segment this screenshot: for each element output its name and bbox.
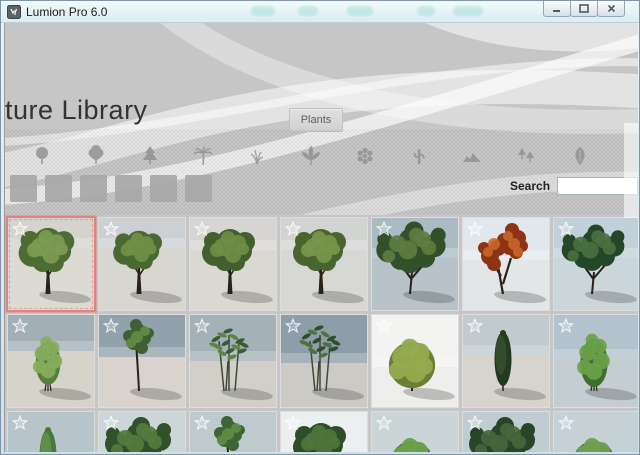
plant-thumbnail[interactable] bbox=[372, 412, 458, 452]
favorite-star-icon[interactable] bbox=[558, 415, 574, 431]
favorite-star-icon[interactable] bbox=[285, 318, 301, 334]
favorite-star-icon[interactable] bbox=[103, 415, 119, 431]
plant-thumbnail[interactable] bbox=[99, 412, 185, 452]
plant-thumbnail[interactable] bbox=[372, 218, 458, 310]
favorite-star-icon[interactable] bbox=[285, 221, 301, 237]
watermark-blob bbox=[347, 6, 373, 16]
favorite-star-icon[interactable] bbox=[194, 221, 210, 237]
watermark-blob bbox=[251, 6, 275, 16]
favorite-star-icon[interactable] bbox=[194, 318, 210, 334]
plant-thumbnail[interactable] bbox=[463, 315, 549, 407]
plant-thumbnail[interactable] bbox=[99, 218, 185, 310]
favorite-star-icon[interactable] bbox=[376, 415, 392, 431]
plant-thumbnail[interactable] bbox=[554, 412, 638, 452]
plant-thumbnail[interactable] bbox=[190, 218, 276, 310]
plant-thumbnail[interactable] bbox=[463, 412, 549, 452]
plant-thumbnail[interactable] bbox=[463, 218, 549, 310]
watermark-blob bbox=[298, 6, 318, 16]
favorite-star-icon[interactable] bbox=[12, 415, 28, 431]
favorite-star-icon[interactable] bbox=[467, 415, 483, 431]
plant-thumbnail[interactable] bbox=[281, 315, 367, 407]
plant-thumbnail[interactable] bbox=[554, 315, 638, 407]
window-title: Lumion Pro 6.0 bbox=[26, 5, 107, 19]
plant-thumbnail[interactable] bbox=[99, 315, 185, 407]
plant-thumbnail[interactable] bbox=[8, 218, 94, 310]
maximize-button[interactable] bbox=[570, 1, 598, 17]
watermark-blob bbox=[453, 6, 483, 16]
close-button[interactable] bbox=[597, 1, 625, 17]
favorite-star-icon[interactable] bbox=[376, 318, 392, 334]
window-controls bbox=[544, 1, 625, 17]
plant-thumbnail[interactable] bbox=[190, 315, 276, 407]
main-content: ture Library Plants Search bbox=[4, 23, 638, 452]
plant-thumbnail[interactable] bbox=[281, 412, 367, 452]
favorite-star-icon[interactable] bbox=[285, 415, 301, 431]
favorite-star-icon[interactable] bbox=[194, 415, 210, 431]
favorite-star-icon[interactable] bbox=[103, 318, 119, 334]
plant-grid bbox=[5, 23, 638, 452]
favorite-star-icon[interactable] bbox=[558, 318, 574, 334]
minimize-button[interactable] bbox=[543, 1, 571, 17]
titlebar[interactable]: Lumion Pro 6.0 bbox=[1, 1, 639, 23]
plant-thumbnail[interactable] bbox=[554, 218, 638, 310]
favorite-star-icon[interactable] bbox=[103, 221, 119, 237]
plant-thumbnail[interactable] bbox=[372, 315, 458, 407]
app-logo-icon bbox=[7, 5, 21, 19]
plant-thumbnail[interactable] bbox=[281, 218, 367, 310]
favorite-star-icon[interactable] bbox=[376, 221, 392, 237]
watermark-blob bbox=[417, 6, 435, 16]
favorite-star-icon[interactable] bbox=[12, 318, 28, 334]
plant-thumbnail[interactable] bbox=[8, 315, 94, 407]
favorite-star-icon[interactable] bbox=[12, 221, 28, 237]
favorite-star-icon[interactable] bbox=[467, 221, 483, 237]
favorite-star-icon[interactable] bbox=[467, 318, 483, 334]
favorite-star-icon[interactable] bbox=[558, 221, 574, 237]
plant-thumbnail[interactable] bbox=[8, 412, 94, 452]
plant-thumbnail[interactable] bbox=[190, 412, 276, 452]
app-window: Lumion Pro 6.0 ture L bbox=[0, 0, 640, 455]
